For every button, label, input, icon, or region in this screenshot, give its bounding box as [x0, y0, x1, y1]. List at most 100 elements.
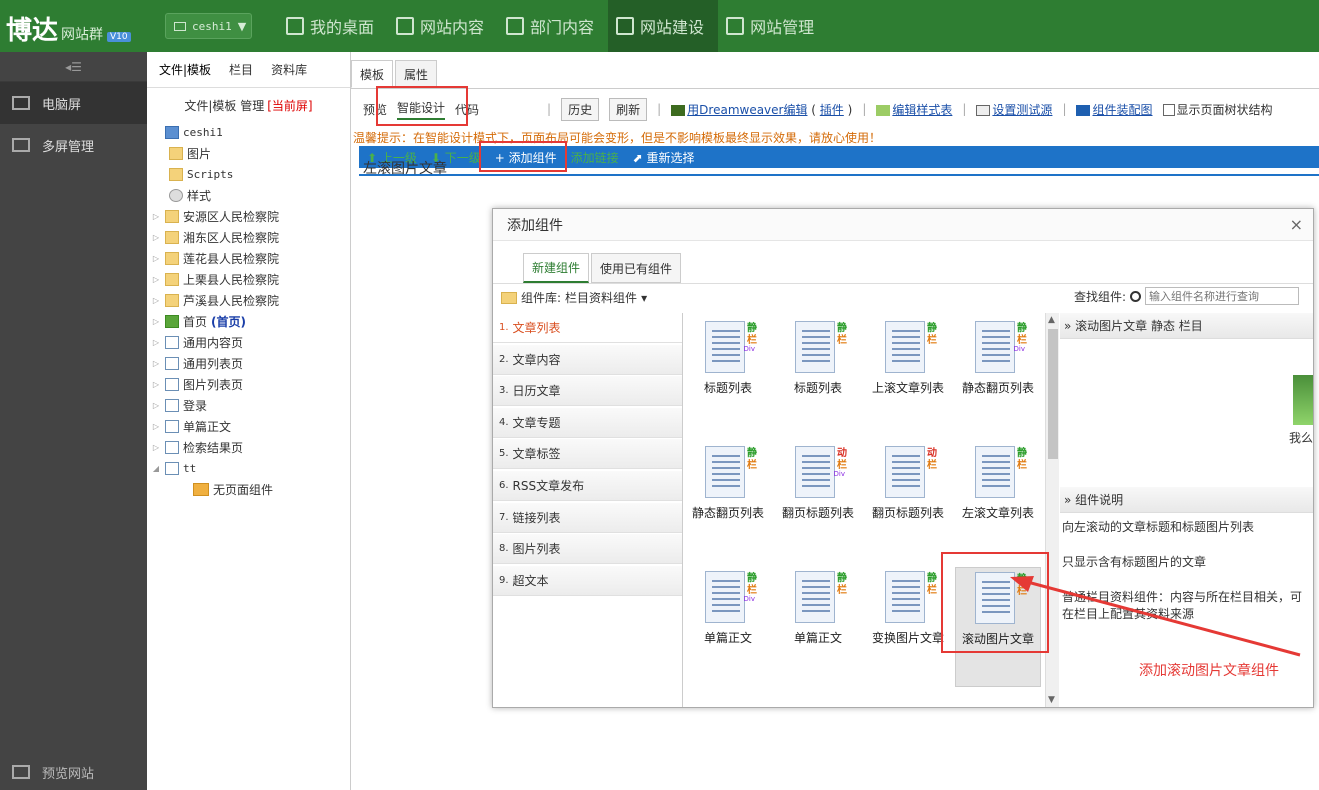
category-item[interactable]: 7. 链接列表	[493, 502, 682, 533]
tree-item[interactable]: ▷ 图片列表页	[151, 374, 350, 395]
plugin-link[interactable]: 插件	[820, 103, 844, 117]
edit-style-link[interactable]: 编辑样式表	[892, 103, 952, 117]
category-label: 文章列表	[512, 321, 561, 335]
category-item[interactable]: 5. 文章标签	[493, 439, 682, 470]
expand-arrow-icon[interactable]: ▷	[151, 233, 161, 242]
show-tree-checkbox[interactable]	[1162, 104, 1175, 116]
tree-item[interactable]: 无页面组件	[151, 479, 350, 500]
close-icon[interactable]: ×	[1290, 215, 1303, 234]
component-item[interactable]: 静栏标题列表	[775, 317, 861, 437]
expand-arrow-icon[interactable]: ◢	[151, 464, 161, 473]
tree-item[interactable]: ▷ 芦溪县人民检察院	[151, 290, 350, 311]
search-input[interactable]	[1145, 287, 1299, 305]
refresh-button[interactable]: 刷新	[609, 97, 648, 121]
component-library-select[interactable]: 组件库: 栏目资料组件 ▾	[501, 289, 647, 306]
nav-desktop[interactable]: 我的桌面	[278, 0, 388, 52]
expand-arrow-icon[interactable]: ▷	[151, 359, 161, 368]
tab-column[interactable]: 栏目	[229, 61, 253, 78]
expand-arrow-icon[interactable]: ▷	[151, 422, 161, 431]
tree-item[interactable]: ▷ 湘东区人民检察院	[151, 227, 350, 248]
preview-site-button[interactable]: 预览网站	[0, 754, 147, 790]
scroll-thumb[interactable]	[1048, 329, 1058, 459]
test-source-link[interactable]: 设置测试源	[992, 103, 1052, 117]
tree-item[interactable]: ◢ tt	[151, 458, 350, 479]
component-item[interactable]: 动栏 Div 翻页标题列表	[775, 442, 861, 562]
nav-dept-content[interactable]: 部门内容	[498, 0, 608, 52]
category-item[interactable]: 4. 文章专题	[493, 407, 682, 438]
document-line	[892, 342, 920, 344]
component-badge: Div	[743, 345, 755, 353]
tab-existing-component[interactable]: 使用已有组件	[591, 253, 682, 283]
tree-item[interactable]: Scripts	[151, 164, 350, 185]
category-item[interactable]: 6. RSS文章发布	[493, 470, 682, 501]
component-icon: 静栏	[885, 571, 937, 625]
sidebar-item-pc-screen[interactable]: 电脑屏	[0, 82, 147, 124]
expand-arrow-icon[interactable]: ▷	[151, 380, 161, 389]
edit-style-button[interactable]: 编辑样式表	[876, 101, 952, 118]
component-item[interactable]: 动栏翻页标题列表	[865, 442, 951, 562]
document-line	[892, 348, 920, 350]
category-item[interactable]: 1. 文章列表	[493, 313, 682, 343]
component-item[interactable]: 静栏单篇正文	[775, 567, 861, 687]
expand-arrow-icon[interactable]: ▷	[151, 401, 161, 410]
category-item[interactable]: 3. 日历文章	[493, 376, 682, 407]
expand-arrow-icon[interactable]: ▷	[151, 338, 161, 347]
component-search: 查找组件:	[1074, 287, 1299, 305]
tree-item[interactable]: ▷ 上栗县人民检察院	[151, 269, 350, 290]
nav-site-manage[interactable]: 网站管理	[718, 0, 828, 52]
left-sidebar: ◂☰ 电脑屏 多屏管理 预览网站	[0, 52, 147, 790]
highlight-add-component	[479, 141, 567, 172]
sidebar-item-multiscreen[interactable]: 多屏管理	[0, 124, 147, 166]
component-item[interactable]: 静栏 Div 标题列表	[685, 317, 771, 437]
tab-file-template[interactable]: 文件|模板	[159, 61, 211, 78]
tab-new-component[interactable]: 新建组件	[523, 253, 590, 283]
component-item[interactable]: 静栏左滚文章列表	[955, 442, 1041, 562]
tree-item[interactable]: 样式	[151, 185, 350, 206]
reselect-button[interactable]: ⬈ 重新选择	[633, 149, 695, 166]
test-source-button[interactable]: 设置测试源	[976, 101, 1052, 118]
tree-item[interactable]: ▷ 通用列表页	[151, 353, 350, 374]
tree-item[interactable]: ceshi1	[151, 122, 350, 143]
component-item[interactable]: 静栏变换图片文章	[865, 567, 951, 687]
expand-arrow-icon[interactable]: ▷	[151, 296, 161, 305]
component-item[interactable]: 静栏上滚文章列表	[865, 317, 951, 437]
nav-site-content[interactable]: 网站内容	[388, 0, 498, 52]
expand-arrow-icon[interactable]: ▷	[151, 212, 161, 221]
show-tree-toggle[interactable]: 显示页面树状结构	[1162, 101, 1273, 118]
tree-item[interactable]: ▷ 莲花县人民检察院	[151, 248, 350, 269]
scroll-up-icon[interactable]: ▲	[1048, 315, 1055, 325]
document-icon	[885, 321, 925, 373]
history-button[interactable]: 历史	[561, 97, 600, 121]
tree-item[interactable]: ▷ 单篇正文	[151, 416, 350, 437]
component-map-button[interactable]: 组件装配图	[1076, 101, 1153, 118]
category-item[interactable]: 2. 文章内容	[493, 344, 682, 375]
collapse-toggle[interactable]: ◂☰	[0, 52, 147, 82]
tree-item[interactable]: ▷ 首页 (首页)	[151, 311, 350, 332]
dreamweaver-edit[interactable]: 用Dreamweaver编辑 ( 插件 )	[671, 101, 852, 118]
site-select[interactable]: ceshi1 ▼	[165, 13, 252, 39]
folder-icon	[165, 273, 179, 286]
expand-arrow-icon[interactable]: ▷	[151, 254, 161, 263]
component-item[interactable]: 静栏 Div 静态翻页列表	[955, 317, 1041, 437]
expand-arrow-icon[interactable]: ▷	[151, 443, 161, 452]
nav-site-build[interactable]: 网站建设	[608, 0, 719, 52]
tree-item[interactable]: ▷ 通用内容页	[151, 332, 350, 353]
tree-item[interactable]: ▷ 检索结果页	[151, 437, 350, 458]
expand-arrow-icon[interactable]: ▷	[151, 317, 161, 326]
expand-arrow-icon[interactable]: ▷	[151, 275, 161, 284]
tab-template[interactable]: 模板	[351, 60, 394, 88]
folder-icon	[169, 147, 183, 160]
tree-item[interactable]: ▷ 安源区人民检察院	[151, 206, 350, 227]
tab-library[interactable]: 资料库	[271, 61, 307, 78]
component-item[interactable]: 静栏静态翻页列表	[685, 442, 771, 562]
tab-properties[interactable]: 属性	[395, 60, 438, 88]
category-item[interactable]: 8. 图片列表	[493, 534, 682, 565]
category-item[interactable]: 9. 超文本	[493, 565, 682, 596]
scroll-down-icon[interactable]: ▼	[1048, 695, 1055, 705]
component-map-link[interactable]: 组件装配图	[1092, 103, 1152, 117]
component-item[interactable]: 静栏 Div 单篇正文	[685, 567, 771, 687]
add-link-button[interactable]: 添加链接	[571, 149, 619, 166]
tree-item[interactable]: 图片	[151, 143, 350, 164]
tree-item[interactable]: ▷ 登录	[151, 395, 350, 416]
dreamweaver-link[interactable]: 用Dreamweaver编辑	[687, 103, 807, 117]
